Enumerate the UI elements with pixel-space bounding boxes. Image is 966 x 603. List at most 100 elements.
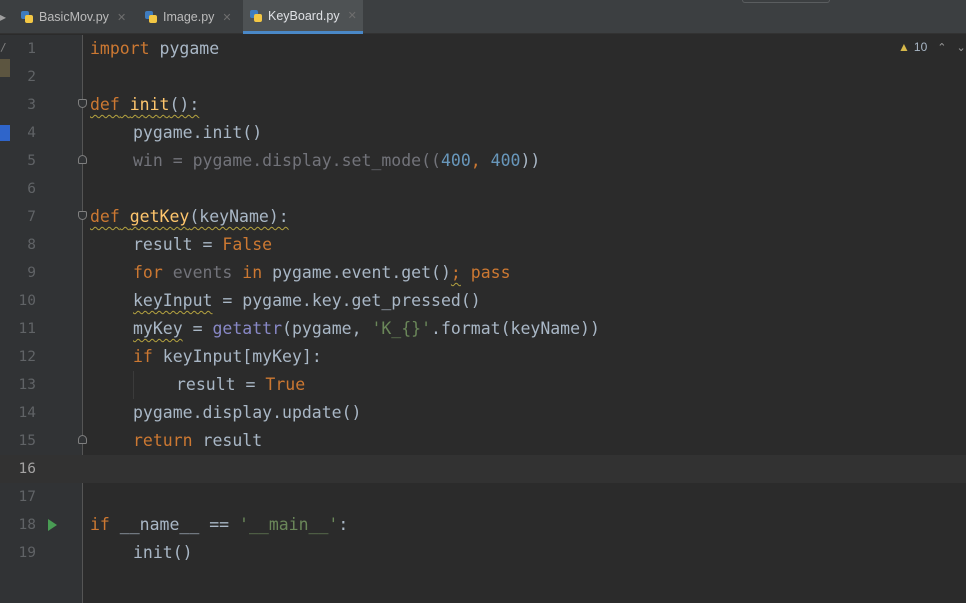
line-number: 6 [27, 181, 36, 197]
code-line: 4 pygame.init() [0, 119, 966, 147]
code-line: 15 return result [0, 427, 966, 455]
code-text: = pygame.key.get_pressed() [212, 291, 481, 310]
python-file-icon [144, 10, 158, 24]
variable: events [172, 263, 233, 282]
keyword: True [265, 375, 306, 394]
keyword: if [133, 347, 153, 366]
code-line: 17 [0, 483, 966, 511]
code-text: result = [133, 235, 223, 254]
python-file-icon [249, 9, 263, 23]
line-number: 10 [18, 293, 36, 309]
keyword: if [90, 515, 110, 534]
fold-icon[interactable] [78, 211, 87, 220]
code-line: 11 myKey = getattr(pygame, 'K_{}'.format… [0, 315, 966, 343]
code-line: 6 [0, 175, 966, 203]
tab-keyboard[interactable]: KeyBoard.py ✕ [243, 0, 363, 34]
code-text: (keyName): [189, 207, 289, 226]
line-number: 11 [18, 321, 36, 337]
builtin-function: getattr [212, 319, 283, 338]
tab-label: BasicMov.py [39, 10, 109, 24]
python-file-icon [20, 10, 34, 24]
run-icon[interactable] [48, 519, 57, 531]
current-line[interactable]: 16 [0, 455, 966, 483]
keyword: return [133, 431, 193, 450]
code-text: , [470, 151, 491, 170]
indent-guide [133, 371, 134, 399]
fold-end-icon[interactable] [78, 435, 87, 444]
keyword: False [222, 235, 273, 254]
code-text: init() [133, 543, 193, 562]
code-text: )) [520, 151, 541, 170]
function-name: getKey [129, 207, 190, 226]
code-text: (): [169, 95, 200, 114]
variable: keyInput [133, 291, 213, 310]
line-number: 19 [18, 545, 36, 561]
line-number: 12 [18, 349, 36, 365]
line-number: 16 [18, 461, 36, 477]
keyword: pass [470, 263, 511, 282]
line-number: 2 [27, 69, 36, 85]
line-number: 15 [18, 433, 36, 449]
semicolon: ; [450, 263, 461, 282]
line-number: 5 [27, 153, 36, 169]
code-text: pygame.display.update() [133, 403, 362, 422]
code-line: 10 keyInput = pygame.key.get_pressed() [0, 287, 966, 315]
tab-image[interactable]: Image.py ✕ [138, 0, 238, 34]
line-number: 7 [27, 209, 36, 225]
line-number: 17 [18, 489, 36, 505]
function-name: init [129, 95, 170, 114]
tab-basicmov[interactable]: BasicMov.py ✕ [14, 0, 132, 34]
code-line: 1 import pygame [0, 35, 966, 63]
code-text: = [182, 319, 213, 338]
variable: myKey [133, 319, 183, 338]
line-number: 8 [27, 237, 36, 253]
string-literal: '__main__' [239, 515, 339, 534]
line-number: 18 [18, 517, 36, 533]
close-icon[interactable]: ✕ [222, 11, 231, 24]
code-line: 5 win = pygame.display.set_mode((400, 40… [0, 147, 966, 175]
keyword: def [90, 95, 120, 114]
code-text: : [338, 515, 349, 534]
tab-scroll-left-icon[interactable]: ▸ [0, 10, 6, 24]
keyword: in [242, 263, 263, 282]
code-text: __name__ == [109, 515, 240, 534]
code-line: 7 def getKey(keyName): [0, 203, 966, 231]
code-text: win = pygame.display.set_mode(( [133, 151, 441, 170]
code-line: 8 result = False [0, 231, 966, 259]
code-line: 14 pygame.display.update() [0, 399, 966, 427]
keyword: for [133, 263, 163, 282]
string-literal: 'K_{}' [371, 319, 432, 338]
code-text: keyInput[myKey]: [152, 347, 322, 366]
code-text: .format(keyName)) [431, 319, 600, 338]
number-literal: 400 [490, 151, 521, 170]
line-number: 1 [27, 41, 36, 57]
toolbar-edge [742, 0, 830, 3]
fold-end-icon[interactable] [78, 155, 87, 164]
code-text: result [192, 431, 263, 450]
code-editor[interactable]: 1 import pygame 2 3 def init(): 4 pygame… [0, 35, 966, 603]
code-text: pygame.event.get() [272, 263, 451, 282]
code-text: pygame [149, 39, 220, 58]
code-text: result = [176, 375, 266, 394]
tab-label: Image.py [163, 10, 215, 24]
line-number: 13 [18, 377, 36, 393]
keyword: import [90, 39, 150, 58]
code-line: 2 [0, 63, 966, 91]
editor-tab-bar: ▸ BasicMov.py ✕ Image.py ✕ KeyBoard.py ✕ [0, 0, 966, 34]
code-text: pygame.init() [133, 123, 263, 142]
fold-icon[interactable] [78, 99, 87, 108]
code-line: 3 def init(): [0, 91, 966, 119]
line-number: 9 [27, 265, 36, 281]
close-icon[interactable]: ✕ [348, 9, 357, 22]
code-line: 12 if keyInput[myKey]: [0, 343, 966, 371]
tab-label: KeyBoard.py [268, 8, 340, 23]
code-text: (pygame, [282, 319, 372, 338]
line-number: 14 [18, 405, 36, 421]
code-line: 9 for events in pygame.event.get(); pass [0, 259, 966, 287]
code-line: 18 if __name__ == '__main__': [0, 511, 966, 539]
close-icon[interactable]: ✕ [117, 11, 126, 24]
line-number: 3 [27, 97, 36, 113]
code-line: 19 init() [0, 539, 966, 567]
keyword: def [90, 207, 120, 226]
line-number: 4 [27, 125, 36, 141]
